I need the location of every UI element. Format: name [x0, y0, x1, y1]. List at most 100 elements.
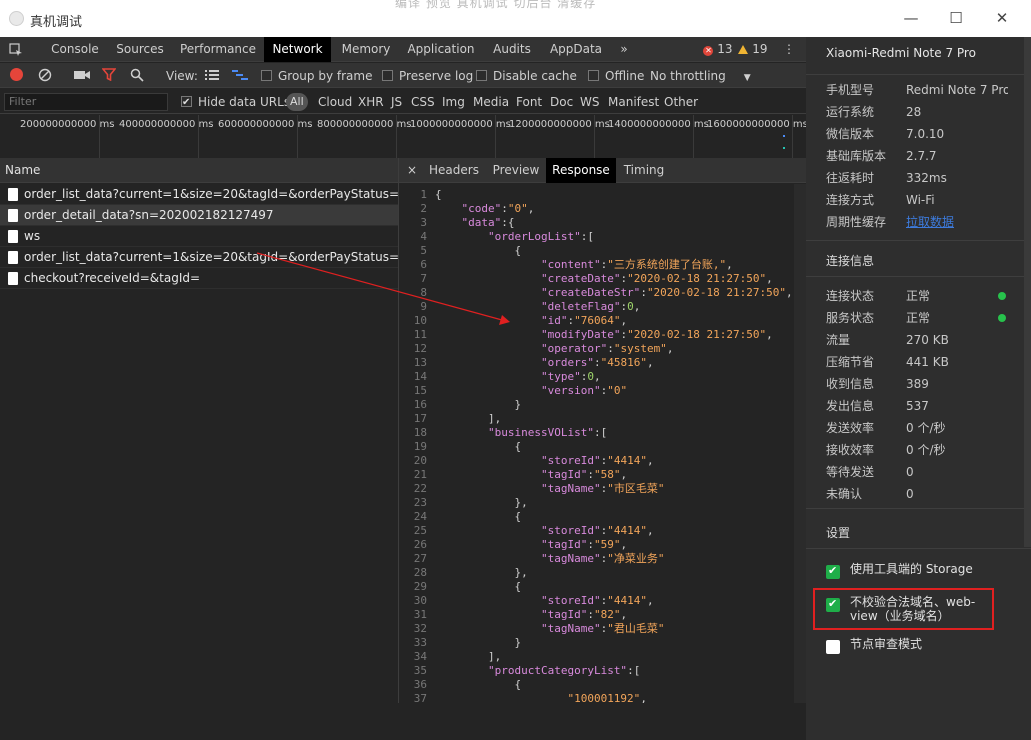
devtools-menu-button[interactable]: ⋮ — [782, 37, 796, 62]
disable-cache-toggle[interactable]: Disable cache — [476, 67, 577, 85]
code-line: 13 "orders":"45816", — [399, 356, 794, 370]
tab-network[interactable]: Network — [264, 37, 331, 62]
filter-type-font[interactable]: Font — [516, 93, 542, 111]
filter-type-js[interactable]: JS — [391, 93, 402, 111]
device-info-panel: Xiaomi-Redmi Note 7 Pro 连接信息 设置 手机型号 Redm… — [806, 37, 1031, 740]
setting-checkbox[interactable] — [826, 564, 840, 579]
code-line: 4 "orderLogList":[ — [399, 230, 794, 244]
filter-input[interactable]: Filter — [4, 93, 168, 111]
filter-type-other[interactable]: Other — [664, 93, 698, 111]
close-window-button[interactable]: ✕ — [987, 6, 1017, 30]
code-text: "createDateStr":"2020-02-18 21:27:50", — [540, 286, 793, 299]
filter-type-all[interactable]: All — [286, 93, 308, 111]
info-value: 28 — [906, 105, 922, 119]
tab-performance[interactable]: Performance — [178, 37, 258, 62]
record-button[interactable] — [10, 68, 23, 86]
offline-checkbox[interactable] — [588, 70, 599, 81]
filter-type-xhr[interactable]: XHR — [358, 93, 384, 111]
tab-audits[interactable]: Audits — [490, 37, 534, 62]
line-number: 17 — [413, 412, 427, 425]
status-ok-dot-icon — [998, 292, 1006, 300]
hide-data-urls-checkbox[interactable] — [181, 94, 192, 112]
inspect-element-icon[interactable] — [4, 37, 28, 62]
request-row[interactable]: order_list_data?current=1&size=20&tagId=… — [0, 247, 398, 268]
capture-screenshots-icon[interactable] — [74, 68, 90, 86]
warning-count[interactable]: 19 — [738, 37, 768, 62]
conn-row: 流量 270 KB — [826, 330, 1016, 350]
timeline-tick-label: 1200000000000 ms — [509, 119, 610, 130]
tab-memory[interactable]: Memory — [338, 37, 394, 62]
offline-label: Offline — [605, 69, 645, 83]
tab-console[interactable]: Console — [44, 37, 106, 62]
info-value: 2.7.7 — [906, 149, 937, 163]
filter-type-ws[interactable]: WS — [580, 93, 599, 111]
filter-type-cloud[interactable]: Cloud — [318, 93, 352, 111]
group-by-frame-checkbox[interactable] — [261, 70, 272, 81]
setting-checkbox[interactable] — [826, 640, 840, 654]
code-text: "createDate":"2020-02-18 21:27:50", — [540, 272, 773, 285]
code-text: "id":"76064", — [540, 314, 628, 327]
group-by-frame-label: Group by frame — [278, 69, 373, 83]
code-text: "modifyDate":"2020-02-18 21:27:50", — [540, 328, 773, 341]
code-line: 3 "data":{ — [399, 216, 794, 230]
disable-cache-checkbox[interactable] — [476, 70, 487, 81]
tab-response[interactable]: Response — [546, 158, 616, 183]
tab-preview[interactable]: Preview — [489, 158, 543, 183]
name-column-header[interactable]: Name — [0, 158, 398, 183]
response-body[interactable]: 1{2 "code":"0", 3 "data":{4 "orderLogList… — [399, 184, 794, 703]
info-value: Wi-Fi — [906, 193, 935, 207]
tab-appdata[interactable]: AppData — [548, 37, 604, 62]
side-scrollbar[interactable] — [1024, 37, 1031, 547]
more-tabs-button[interactable]: » — [614, 37, 634, 62]
preserve-log-checkbox[interactable] — [382, 70, 393, 81]
info-key: 手机型号 — [826, 83, 875, 97]
conn-value: 正常 — [906, 289, 931, 303]
tab-timing[interactable]: Timing — [619, 158, 669, 183]
filter-type-manifest[interactable]: Manifest — [608, 93, 659, 111]
tab-headers[interactable]: Headers — [425, 158, 483, 183]
request-name: checkout?receiveId=&tagId= — [24, 271, 201, 285]
code-text: "businessVOList":[ — [487, 426, 608, 439]
preserve-log-toggle[interactable]: Preserve log — [382, 67, 473, 85]
conn-value: 0 个/秒 — [906, 443, 946, 457]
line-number: 33 — [413, 636, 427, 649]
hide-data-urls-toggle[interactable]: Hide data URLs — [181, 93, 290, 112]
request-row[interactable]: ws — [0, 226, 398, 247]
close-detail-icon[interactable]: × — [403, 158, 421, 183]
search-icon[interactable] — [130, 68, 144, 86]
minimize-button[interactable]: — — [896, 6, 926, 30]
waterfall-icon[interactable] — [232, 68, 248, 86]
request-row[interactable]: checkout?receiveId=&tagId= — [0, 268, 398, 289]
code-text: { — [435, 188, 442, 201]
filter-type-doc[interactable]: Doc — [550, 93, 573, 111]
tab-application[interactable]: Application — [404, 37, 478, 62]
large-rows-icon[interactable] — [205, 68, 219, 86]
fetch-data-link[interactable]: 拉取数据 — [906, 212, 1008, 232]
offline-toggle[interactable]: Offline — [588, 67, 644, 85]
info-row: 运行系统 28 — [826, 102, 1016, 122]
code-text: "tagId":"59", — [540, 538, 628, 551]
error-count[interactable]: ✕ 13 — [700, 37, 736, 62]
filter-type-media[interactable]: Media — [473, 93, 509, 111]
view-label: View: — [166, 69, 198, 83]
filter-type-css[interactable]: CSS — [411, 93, 435, 111]
response-scrollbar[interactable] — [794, 184, 806, 703]
request-row[interactable]: order_list_data?current=1&size=20&tagId=… — [0, 184, 398, 205]
line-number: 8 — [420, 286, 427, 299]
info-key: 运行系统 — [826, 105, 875, 119]
info-row: 基础库版本 2.7.7 — [826, 146, 1016, 166]
setting-label[interactable]: 节点审查模式 — [850, 637, 995, 651]
code-line: 31 "tagId":"82", — [399, 608, 794, 622]
filter-type-img[interactable]: Img — [442, 93, 465, 111]
maximize-button[interactable]: ☐ — [941, 6, 971, 30]
filter-icon[interactable] — [101, 68, 117, 86]
info-row: 连接方式 Wi-Fi — [826, 190, 1016, 210]
request-row-selected[interactable]: order_detail_data?sn=202002182127497 — [0, 205, 398, 226]
group-by-frame-toggle[interactable]: Group by frame — [261, 67, 372, 85]
tab-sources[interactable]: Sources — [112, 37, 168, 62]
code-line: 16 } — [399, 398, 794, 412]
clear-icon[interactable] — [38, 68, 52, 86]
code-line: 28 }, — [399, 566, 794, 580]
throttling-select[interactable]: No throttling ▼ — [650, 67, 751, 85]
setting-label[interactable]: 使用工具端的 Storage — [850, 562, 995, 576]
